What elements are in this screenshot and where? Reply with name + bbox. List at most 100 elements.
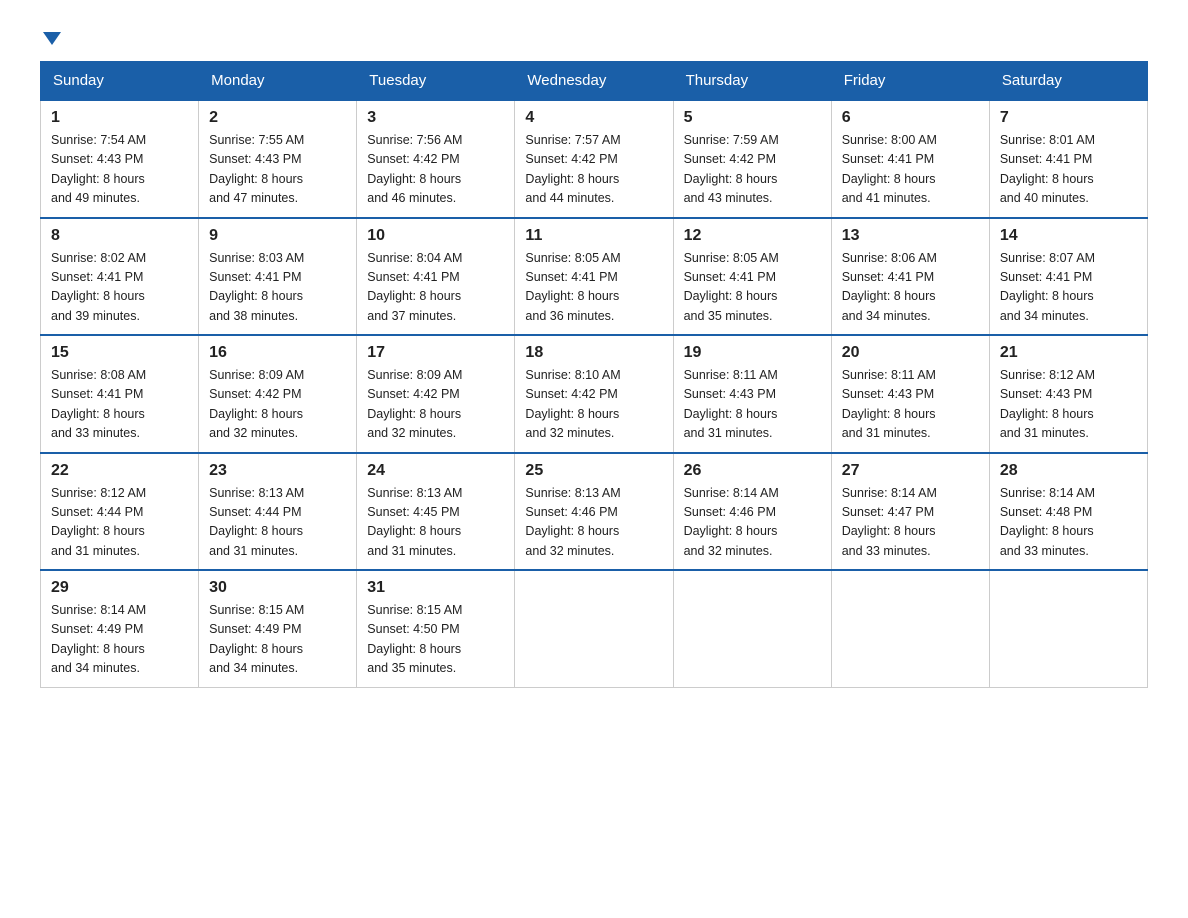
day-number: 29	[51, 579, 188, 597]
day-info: Sunrise: 8:11 AMSunset: 4:43 PMDaylight:…	[684, 366, 821, 444]
calendar-cell	[673, 570, 831, 687]
calendar-cell: 1 Sunrise: 7:54 AMSunset: 4:43 PMDayligh…	[41, 100, 199, 218]
calendar-cell: 13 Sunrise: 8:06 AMSunset: 4:41 PMDaylig…	[831, 218, 989, 336]
logo	[40, 30, 61, 41]
calendar-cell: 24 Sunrise: 8:13 AMSunset: 4:45 PMDaylig…	[357, 453, 515, 571]
day-info: Sunrise: 8:11 AMSunset: 4:43 PMDaylight:…	[842, 366, 979, 444]
day-info: Sunrise: 8:00 AMSunset: 4:41 PMDaylight:…	[842, 131, 979, 209]
calendar-cell: 23 Sunrise: 8:13 AMSunset: 4:44 PMDaylig…	[199, 453, 357, 571]
day-info: Sunrise: 8:13 AMSunset: 4:44 PMDaylight:…	[209, 484, 346, 562]
day-number: 23	[209, 462, 346, 480]
day-number: 26	[684, 462, 821, 480]
page-header	[40, 30, 1148, 41]
calendar-cell: 25 Sunrise: 8:13 AMSunset: 4:46 PMDaylig…	[515, 453, 673, 571]
day-number: 14	[1000, 227, 1137, 245]
day-number: 15	[51, 344, 188, 362]
day-info: Sunrise: 8:14 AMSunset: 4:48 PMDaylight:…	[1000, 484, 1137, 562]
day-info: Sunrise: 8:14 AMSunset: 4:46 PMDaylight:…	[684, 484, 821, 562]
day-info: Sunrise: 7:56 AMSunset: 4:42 PMDaylight:…	[367, 131, 504, 209]
calendar-cell: 20 Sunrise: 8:11 AMSunset: 4:43 PMDaylig…	[831, 335, 989, 453]
calendar-cell: 12 Sunrise: 8:05 AMSunset: 4:41 PMDaylig…	[673, 218, 831, 336]
day-info: Sunrise: 8:01 AMSunset: 4:41 PMDaylight:…	[1000, 131, 1137, 209]
calendar-cell: 30 Sunrise: 8:15 AMSunset: 4:49 PMDaylig…	[199, 570, 357, 687]
day-number: 16	[209, 344, 346, 362]
logo-triangle-icon	[43, 32, 61, 45]
calendar-cell: 21 Sunrise: 8:12 AMSunset: 4:43 PMDaylig…	[989, 335, 1147, 453]
day-of-week-friday: Friday	[831, 62, 989, 101]
day-number: 1	[51, 109, 188, 127]
calendar-cell: 15 Sunrise: 8:08 AMSunset: 4:41 PMDaylig…	[41, 335, 199, 453]
day-number: 9	[209, 227, 346, 245]
calendar-cell: 2 Sunrise: 7:55 AMSunset: 4:43 PMDayligh…	[199, 100, 357, 218]
day-info: Sunrise: 8:05 AMSunset: 4:41 PMDaylight:…	[525, 249, 662, 327]
calendar-cell: 8 Sunrise: 8:02 AMSunset: 4:41 PMDayligh…	[41, 218, 199, 336]
day-info: Sunrise: 8:03 AMSunset: 4:41 PMDaylight:…	[209, 249, 346, 327]
day-info: Sunrise: 7:54 AMSunset: 4:43 PMDaylight:…	[51, 131, 188, 209]
day-info: Sunrise: 8:14 AMSunset: 4:47 PMDaylight:…	[842, 484, 979, 562]
calendar-cell: 22 Sunrise: 8:12 AMSunset: 4:44 PMDaylig…	[41, 453, 199, 571]
day-of-week-thursday: Thursday	[673, 62, 831, 101]
day-number: 11	[525, 227, 662, 245]
calendar-cell: 6 Sunrise: 8:00 AMSunset: 4:41 PMDayligh…	[831, 100, 989, 218]
calendar-cell: 29 Sunrise: 8:14 AMSunset: 4:49 PMDaylig…	[41, 570, 199, 687]
day-number: 8	[51, 227, 188, 245]
calendar-cell: 27 Sunrise: 8:14 AMSunset: 4:47 PMDaylig…	[831, 453, 989, 571]
calendar-cell: 14 Sunrise: 8:07 AMSunset: 4:41 PMDaylig…	[989, 218, 1147, 336]
day-number: 12	[684, 227, 821, 245]
calendar-cell: 7 Sunrise: 8:01 AMSunset: 4:41 PMDayligh…	[989, 100, 1147, 218]
calendar-cell: 26 Sunrise: 8:14 AMSunset: 4:46 PMDaylig…	[673, 453, 831, 571]
day-info: Sunrise: 7:59 AMSunset: 4:42 PMDaylight:…	[684, 131, 821, 209]
calendar-cell: 19 Sunrise: 8:11 AMSunset: 4:43 PMDaylig…	[673, 335, 831, 453]
day-info: Sunrise: 7:57 AMSunset: 4:42 PMDaylight:…	[525, 131, 662, 209]
calendar-header-row: SundayMondayTuesdayWednesdayThursdayFrid…	[41, 62, 1148, 101]
calendar-cell: 3 Sunrise: 7:56 AMSunset: 4:42 PMDayligh…	[357, 100, 515, 218]
day-number: 10	[367, 227, 504, 245]
day-info: Sunrise: 8:07 AMSunset: 4:41 PMDaylight:…	[1000, 249, 1137, 327]
calendar-week-row: 8 Sunrise: 8:02 AMSunset: 4:41 PMDayligh…	[41, 218, 1148, 336]
calendar-cell: 31 Sunrise: 8:15 AMSunset: 4:50 PMDaylig…	[357, 570, 515, 687]
calendar-week-row: 1 Sunrise: 7:54 AMSunset: 4:43 PMDayligh…	[41, 100, 1148, 218]
calendar-cell: 10 Sunrise: 8:04 AMSunset: 4:41 PMDaylig…	[357, 218, 515, 336]
day-info: Sunrise: 8:05 AMSunset: 4:41 PMDaylight:…	[684, 249, 821, 327]
day-number: 20	[842, 344, 979, 362]
calendar-cell: 5 Sunrise: 7:59 AMSunset: 4:42 PMDayligh…	[673, 100, 831, 218]
day-number: 13	[842, 227, 979, 245]
day-info: Sunrise: 8:09 AMSunset: 4:42 PMDaylight:…	[209, 366, 346, 444]
day-info: Sunrise: 8:15 AMSunset: 4:50 PMDaylight:…	[367, 601, 504, 679]
day-number: 27	[842, 462, 979, 480]
day-number: 2	[209, 109, 346, 127]
day-number: 21	[1000, 344, 1137, 362]
day-number: 6	[842, 109, 979, 127]
day-info: Sunrise: 8:14 AMSunset: 4:49 PMDaylight:…	[51, 601, 188, 679]
day-info: Sunrise: 8:15 AMSunset: 4:49 PMDaylight:…	[209, 601, 346, 679]
calendar-table: SundayMondayTuesdayWednesdayThursdayFrid…	[40, 61, 1148, 688]
day-of-week-saturday: Saturday	[989, 62, 1147, 101]
calendar-cell	[515, 570, 673, 687]
day-of-week-tuesday: Tuesday	[357, 62, 515, 101]
calendar-week-row: 29 Sunrise: 8:14 AMSunset: 4:49 PMDaylig…	[41, 570, 1148, 687]
day-number: 28	[1000, 462, 1137, 480]
day-info: Sunrise: 8:13 AMSunset: 4:46 PMDaylight:…	[525, 484, 662, 562]
day-info: Sunrise: 8:04 AMSunset: 4:41 PMDaylight:…	[367, 249, 504, 327]
day-info: Sunrise: 8:13 AMSunset: 4:45 PMDaylight:…	[367, 484, 504, 562]
day-number: 25	[525, 462, 662, 480]
day-of-week-sunday: Sunday	[41, 62, 199, 101]
day-number: 22	[51, 462, 188, 480]
day-number: 18	[525, 344, 662, 362]
day-number: 30	[209, 579, 346, 597]
day-number: 3	[367, 109, 504, 127]
calendar-cell: 18 Sunrise: 8:10 AMSunset: 4:42 PMDaylig…	[515, 335, 673, 453]
day-info: Sunrise: 8:12 AMSunset: 4:43 PMDaylight:…	[1000, 366, 1137, 444]
calendar-week-row: 15 Sunrise: 8:08 AMSunset: 4:41 PMDaylig…	[41, 335, 1148, 453]
day-info: Sunrise: 8:09 AMSunset: 4:42 PMDaylight:…	[367, 366, 504, 444]
day-info: Sunrise: 8:06 AMSunset: 4:41 PMDaylight:…	[842, 249, 979, 327]
day-number: 31	[367, 579, 504, 597]
day-number: 5	[684, 109, 821, 127]
calendar-cell: 11 Sunrise: 8:05 AMSunset: 4:41 PMDaylig…	[515, 218, 673, 336]
calendar-cell	[989, 570, 1147, 687]
calendar-cell: 4 Sunrise: 7:57 AMSunset: 4:42 PMDayligh…	[515, 100, 673, 218]
day-of-week-monday: Monday	[199, 62, 357, 101]
calendar-cell: 16 Sunrise: 8:09 AMSunset: 4:42 PMDaylig…	[199, 335, 357, 453]
day-number: 17	[367, 344, 504, 362]
day-info: Sunrise: 8:12 AMSunset: 4:44 PMDaylight:…	[51, 484, 188, 562]
